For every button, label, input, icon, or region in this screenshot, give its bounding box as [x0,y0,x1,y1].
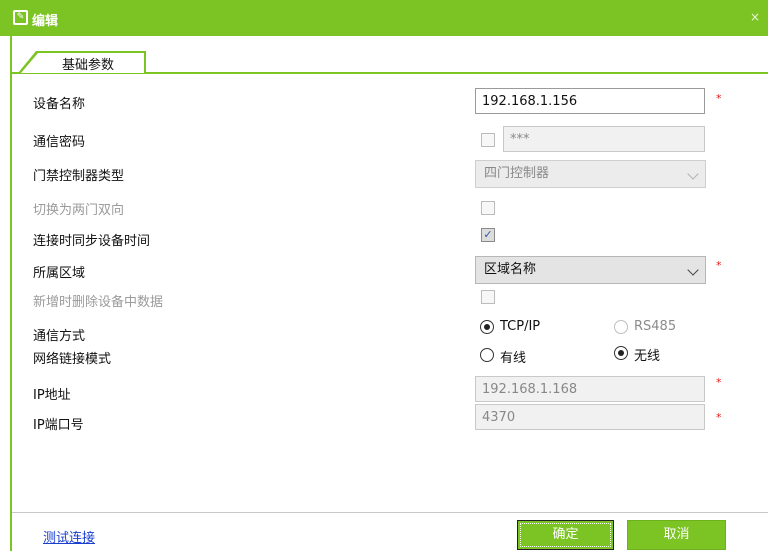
ip-address-input[interactable] [475,376,705,402]
device-name-input[interactable] [475,88,705,114]
network-mode-label: 网络链接模式 [33,352,112,367]
chevron-down-icon [687,168,699,180]
area-select[interactable]: 区域名称 [475,256,706,284]
controller-type-select[interactable]: 四门控制器 [475,160,706,188]
switch-two-door-label: 切换为两门双向 [33,203,125,218]
switch-two-door-checkbox[interactable] [481,201,495,215]
wired-radio-label: 有线 [500,351,527,366]
sync-time-label: 连接时同步设备时间 [33,234,151,249]
test-connection-link[interactable]: 测试连接 [43,527,95,546]
comm-password-label: 通信密码 [33,135,86,150]
tab-basic-params-label: 基础参数 [62,58,115,73]
wireless-radio-label: 无线 [634,349,661,364]
required-mark: * [716,92,722,105]
cancel-button[interactable]: 取消 [627,520,726,550]
controller-type-value: 四门控制器 [484,166,550,181]
ip-address-label: IP地址 [33,388,71,403]
ip-port-input[interactable] [475,404,705,430]
close-icon[interactable]: × [750,11,760,23]
required-mark: * [716,259,722,272]
chevron-down-icon [687,264,699,276]
sync-time-checkbox[interactable]: ✓ [481,228,495,242]
delete-data-checkbox[interactable] [481,290,495,304]
area-value: 区域名称 [484,262,537,277]
wired-radio[interactable] [480,348,494,362]
wireless-radio[interactable] [614,346,628,360]
delete-data-label: 新增时删除设备中数据 [33,295,164,310]
controller-type-label: 门禁控制器类型 [33,169,125,184]
required-mark: * [716,376,722,389]
device-name-label: 设备名称 [33,97,86,112]
rs485-radio[interactable] [614,320,628,334]
ip-port-label: IP端口号 [33,418,84,433]
comm-mode-label: 通信方式 [33,329,86,344]
rs485-radio-label: RS485 [634,319,677,334]
required-mark: * [716,411,722,424]
tcpip-radio-label: TCP/IP [500,319,541,334]
area-label: 所属区域 [33,266,86,281]
comm-password-input[interactable] [503,126,705,152]
comm-password-checkbox[interactable] [481,133,495,147]
footer-divider [12,512,768,513]
ok-button[interactable]: 确定 [517,520,614,550]
title-bar: ✎ 编辑 × [0,0,768,36]
edit-icon: ✎ [13,10,28,25]
tcpip-radio[interactable] [480,320,494,334]
window-title: 编辑 [32,14,59,29]
